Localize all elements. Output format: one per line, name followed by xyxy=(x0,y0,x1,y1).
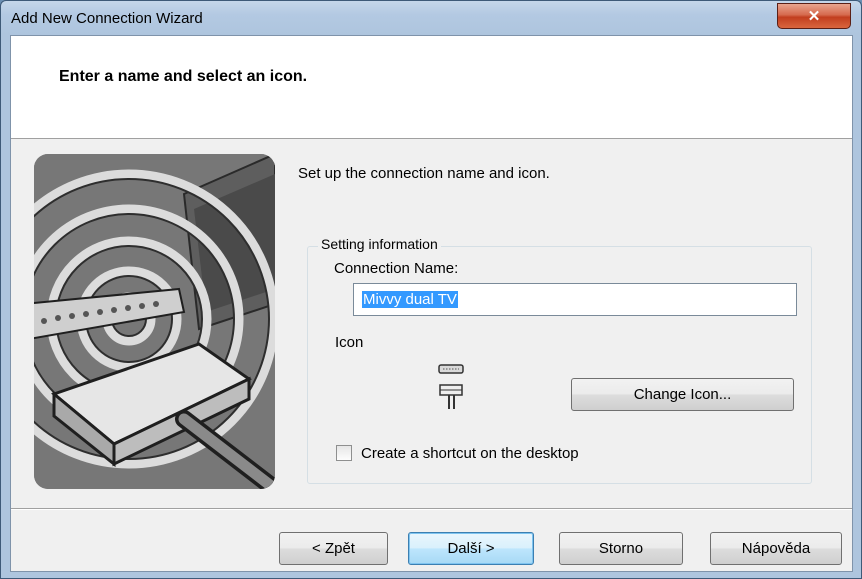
help-button[interactable]: Nápověda xyxy=(710,532,842,565)
page-title: Enter a name and select an icon. xyxy=(59,68,308,85)
group-title: Setting information xyxy=(318,236,441,252)
connector-plug-icon xyxy=(436,363,466,413)
connection-name-value: Mivvy dual TV xyxy=(362,291,458,308)
connection-name-input[interactable]: Mivvy dual TV xyxy=(353,283,797,316)
shortcut-checkbox[interactable] xyxy=(336,445,352,461)
footer-divider xyxy=(11,508,852,510)
close-button[interactable]: ✕ xyxy=(777,3,851,29)
wizard-header: Enter a name and select an icon. xyxy=(11,36,852,139)
illustration-graphic xyxy=(34,154,275,489)
intro-text: Set up the connection name and icon. xyxy=(298,165,550,182)
change-icon-button[interactable]: Change Icon... xyxy=(571,378,794,411)
window-title: Add New Connection Wizard xyxy=(11,10,203,27)
cancel-button[interactable]: Storno xyxy=(559,532,683,565)
shortcut-checkbox-label[interactable]: Create a shortcut on the desktop xyxy=(361,445,579,462)
wizard-frame: Enter a name and select an icon. Set up … xyxy=(10,35,853,572)
title-bar[interactable]: Add New Connection Wizard ✕ xyxy=(1,1,861,35)
close-icon: ✕ xyxy=(807,8,821,25)
wireless-connection-illustration xyxy=(34,154,275,489)
icon-label: Icon xyxy=(335,334,364,351)
wizard-window: Add New Connection Wizard ✕ Enter a name… xyxy=(0,0,862,579)
next-button[interactable]: Další > xyxy=(408,532,534,565)
back-button[interactable]: < Zpět xyxy=(279,532,388,565)
connection-name-label: Connection Name: xyxy=(334,260,459,277)
